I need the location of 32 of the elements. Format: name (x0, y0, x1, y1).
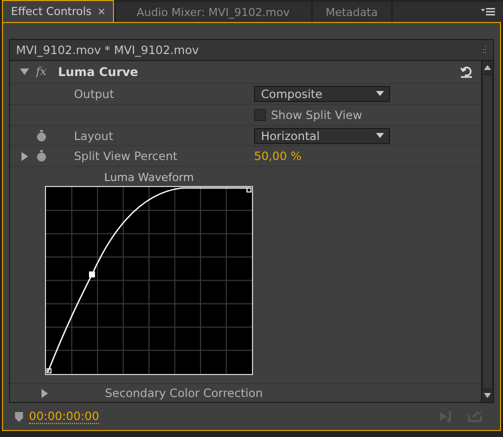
luma-curve-drawing[interactable] (45, 186, 253, 376)
graph-title: Luma Waveform (103, 170, 195, 184)
panel-tab[interactable]: Audio Mixer: MVI_9102.mov (116, 2, 311, 22)
panel-tab[interactable]: Effect Controls (2, 0, 114, 22)
checkbox-label: Show Split View (271, 108, 362, 122)
timecode[interactable]: 00:00:00:00 (29, 409, 100, 424)
panel-menu-icon[interactable] (481, 8, 495, 16)
clip-title: MVI_9102.mov * MVI_9102.mov (16, 43, 199, 57)
dropdown[interactable]: Horizontal (254, 128, 390, 144)
disclosure-triangle[interactable] (20, 152, 29, 161)
property-label: Output (74, 86, 115, 101)
scroll-up-icon[interactable] (484, 65, 491, 70)
disclosure-triangle[interactable] (20, 67, 29, 76)
scrollbar-thumb[interactable] (482, 74, 493, 389)
caret-icon (376, 133, 384, 138)
close-icon[interactable] (98, 8, 105, 15)
checkbox[interactable] (254, 108, 266, 121)
marker-icon[interactable] (15, 412, 23, 422)
stopwatch-icon[interactable] (36, 150, 47, 162)
effect-name: Secondary Color Correction (105, 386, 263, 400)
scroll-down-icon[interactable] (484, 393, 491, 398)
effect-name: Luma Curve (58, 64, 140, 79)
fx-icon[interactable]: fx (36, 65, 58, 78)
panel-tab[interactable]: Metadata (312, 2, 391, 22)
property-label: Split View Percent (74, 149, 178, 164)
stopwatch-icon[interactable] (36, 130, 47, 142)
caret-icon (376, 91, 384, 96)
dropdown[interactable]: Composite (254, 86, 390, 102)
reset-icon[interactable] (460, 66, 473, 78)
disclosure-triangle[interactable] (40, 388, 49, 398)
property-value[interactable]: 50,00 % (254, 149, 481, 164)
property-label: Layout (74, 128, 114, 143)
